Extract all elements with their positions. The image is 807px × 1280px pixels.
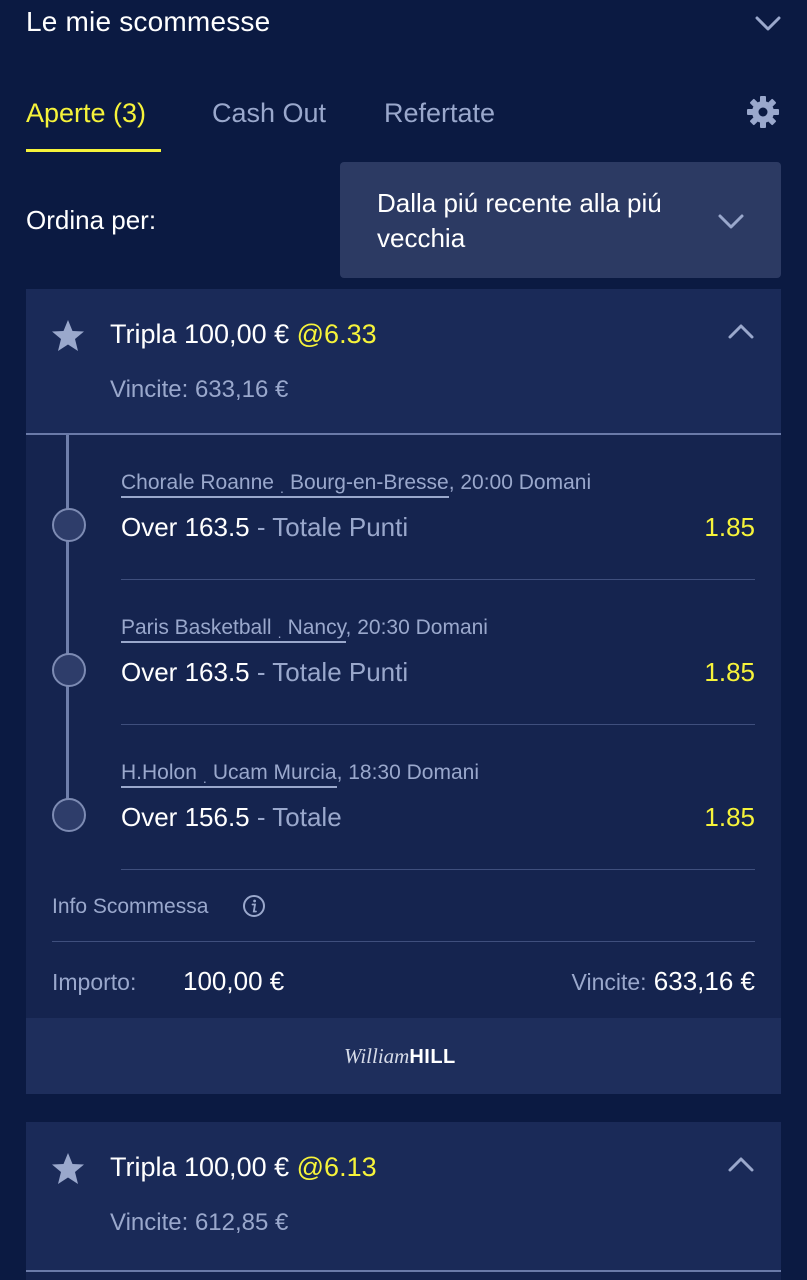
bet-totals: Importo: 100,00 € Vincite: 633,16 € [26,942,781,1018]
leg-event-teams[interactable]: Chorale Roanne. Bourg-en-Bresse [121,471,449,498]
leg-event-time: , 18:30 Domani [336,761,479,784]
page-title: Le mie scommesse [26,6,271,37]
leg-selection-name: Over 156.5 [121,802,250,832]
chevron-down-icon[interactable] [752,8,784,40]
leg-event[interactable]: H.Holon. Ucam Murcia, 18:30 Domani [121,761,479,788]
leg-node [52,798,86,832]
away-team: Bourg-en-Bresse [289,471,449,494]
bet-title: Tripla 100,00 € @6.33 [110,319,377,350]
bet-leg: H.Holon. Ucam Murcia, 18:30 Domani Over 1… [26,725,781,870]
leg-event-time: , 20:30 Domani [345,616,488,639]
bet-type-stake: Tripla 100,00 € [110,1152,290,1182]
away-team: Nancy [287,616,346,639]
leg-odds: 1.85 [704,802,755,832]
bet-card: Tripla 100,00 € @6.33 Vincite: 633,16 € … [26,289,781,1094]
leg-market: - Totale Punti [249,657,409,687]
away-team: Ucam Murcia [212,761,337,784]
chevron-up-icon[interactable] [724,315,758,349]
bet-card: Tripla 100,00 € @6.13 Vincite: 612,85 € [26,1122,781,1280]
active-tab-indicator [26,149,161,152]
bet-info-label: Info Scommessa [52,895,209,918]
bet-type-stake: Tripla 100,00 € [110,319,290,349]
leg-event-time: , 20:00 Domani [448,471,592,494]
bet-leg: Chorale Roanne. Bourg-en-Bresse, 20:00 Do… [26,435,781,580]
home-team: Chorale Roanne [121,471,274,494]
tab-cash-out[interactable]: Cash Out [212,98,326,129]
leg-market: - Totale Punti [249,512,409,542]
leg-selection: Over 156.5 - Totale [121,802,342,833]
leg-odds: 1.85 [704,512,755,542]
bookmaker-logo: WilliamHILL [344,1044,456,1068]
leg-event-teams[interactable]: Paris Basketball. Nancy [121,616,346,643]
bet-card-header[interactable]: Tripla 100,00 € @6.13 Vincite: 612,85 € [26,1122,781,1272]
sort-label: Ordina per: [26,205,157,235]
bet-legs: Chorale Roanne. Bourg-en-Bresse, 20:00 Do… [26,435,781,870]
bet-info-row[interactable]: Info Scommessa [26,870,781,942]
chevron-up-icon[interactable] [724,1148,758,1182]
chevron-down-icon [718,214,744,229]
bet-title: Tripla 100,00 € @6.13 [110,1152,377,1183]
stake-label: Importo: [52,969,137,995]
leg-event-teams[interactable]: H.Holon. Ucam Murcia [121,761,337,788]
leg-selection-name: Over 163.5 [121,512,250,542]
leg-selection: Over 163.5 - Totale Punti [121,657,408,688]
gear-icon[interactable] [745,94,781,130]
star-icon[interactable] [50,1151,86,1187]
info-icon[interactable] [242,894,266,918]
leg-node [52,508,86,542]
leg-selection: Over 163.5 - Totale Punti [121,512,408,543]
bet-total-odds: @6.33 [296,319,377,349]
bet-leg: Paris Basketball. Nancy, 20:30 Domani Ove… [26,580,781,725]
bookmaker-footer: WilliamHILL [26,1018,781,1094]
home-team: H.Holon [121,761,197,784]
leg-event[interactable]: Paris Basketball. Nancy, 20:30 Domani [121,616,488,643]
leg-market: - Totale [249,802,342,832]
bet-potential-winnings: Vincite: 612,85 € [110,1209,289,1236]
bet-total-odds: @6.13 [296,1152,377,1182]
stake-value: 100,00 € [183,966,285,996]
star-icon[interactable] [50,318,86,354]
tab-settled[interactable]: Refertate [384,98,495,129]
home-team: Paris Basketball [121,616,272,639]
tab-open[interactable]: Aperte (3) [26,98,146,129]
top-bar: Le mie scommesse [0,0,807,55]
divider [26,1270,781,1272]
bet-potential-winnings: Vincite: 633,16 € [110,376,289,403]
leg-selection-name: Over 163.5 [121,657,250,687]
tab-bar: Aperte (3) Cash Out Refertate [0,90,807,160]
leg-odds: 1.85 [704,657,755,687]
sort-value: Dalla piú recente alla piú vecchia [377,188,662,253]
payout-value: 633,16 € [653,966,755,996]
payout: Vincite: 633,16 € [572,966,755,997]
leg-event[interactable]: Chorale Roanne. Bourg-en-Bresse, 20:00 Do… [121,471,592,498]
sort-dropdown[interactable]: Dalla piú recente alla piú vecchia [340,162,781,278]
leg-node [52,653,86,687]
bet-card-header[interactable]: Tripla 100,00 € @6.33 Vincite: 633,16 € [26,289,781,435]
payout-label: Vincite: [571,969,647,995]
